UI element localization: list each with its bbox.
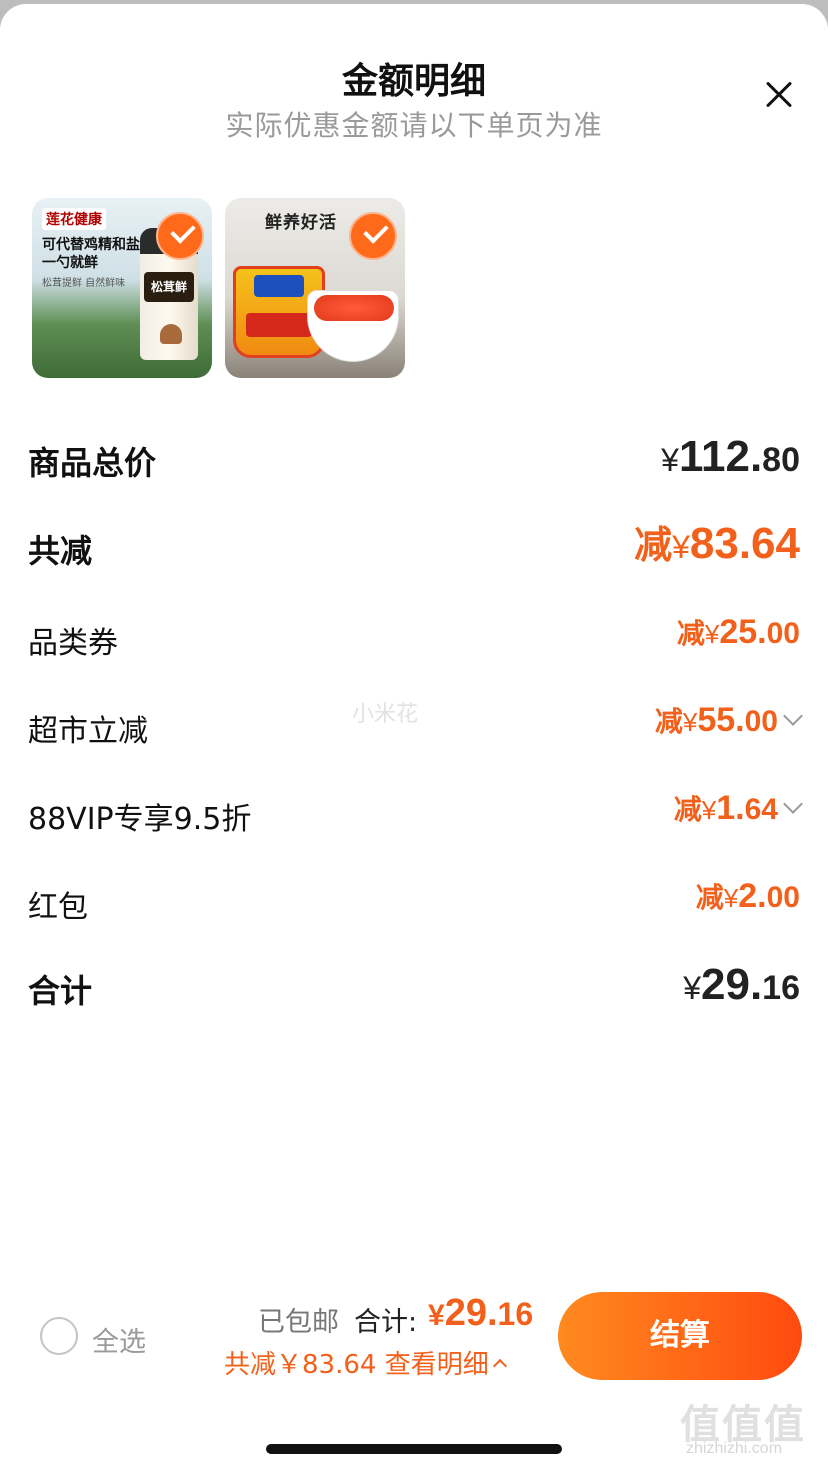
currency-symbol: ¥ [672,529,690,565]
discount-label: 红包 [28,890,88,925]
total-label: 合计: [354,1307,418,1338]
product-thumbnail-1[interactable]: 莲花健康 可代替鸡精和盐 一勺就鲜 松茸提鲜 自然鲜味 松茸鲜 [32,198,212,378]
discount-row-category-coupon: 品类券 减¥25.00 [28,590,800,661]
product-title: 鲜养好活 [265,213,337,233]
amount-integer: 25. [719,613,767,651]
discount-label: 88VIP专享9.5折 [28,802,252,837]
product-thumbnail-2[interactable]: 鲜养好活 [225,198,405,378]
amount-decimal: 00 [744,705,778,738]
currency-symbol: ¥ [661,442,679,478]
total-amount: ¥29.16 [428,1292,533,1335]
amount-decimal: 64 [751,519,800,568]
free-shipping-label: 已包邮 [258,1307,339,1338]
product-brand: 莲花健康 [42,208,106,230]
checkout-bar: 全选 已包邮 合计: ¥29.16 共减￥83.64 查看明细 结算 [0,1284,828,1404]
site-watermark: 值值值 zhizhizhi.com [680,1392,820,1457]
savings-summary: 共减￥83.64 查看明细 [224,1344,507,1381]
amount-integer: 1. [716,789,745,827]
amount-decimal: 80 [762,441,800,479]
discount-prefix: 减 [654,705,683,738]
chevron-down-icon[interactable] [783,706,803,726]
currency-symbol: ¥ [723,883,739,913]
total-discount-value: 减¥83.64 [634,514,800,569]
amount-decimal: 16 [762,969,800,1007]
mushroom-image [160,324,182,344]
sheet-subtitle: 实际优惠金额请以下单页为准 [225,109,603,142]
checkout-button[interactable]: 结算 [558,1292,802,1380]
amount-decimal: 16 [497,1296,534,1332]
amount-decimal: 00 [766,881,800,914]
amount-integer: 112. [678,432,763,481]
sheet-header: 金额明细 实际优惠金额请以下单页为准 [0,4,828,154]
product-tagline-3: 松茸提鲜 自然鲜味 [42,278,126,289]
close-icon[interactable] [760,76,798,114]
total-discount-row: 共减 减¥83.64 [28,502,800,570]
discount-row-red-packet: 红包 减¥2.00 [28,854,800,925]
discount-value: 减¥1.64 [673,788,803,828]
discount-row-88vip[interactable]: 88VIP专享9.5折 减¥1.64 [28,766,803,837]
discount-prefix: 减 [634,523,673,567]
cup-label [246,313,312,337]
discount-value: 减¥25.00 [677,612,800,652]
product-tagline-1: 可代替鸡精和盐 [42,237,140,253]
selected-check-icon[interactable] [156,212,204,260]
amount-integer: 55. [697,701,745,739]
discount-prefix: 减 [695,881,724,914]
select-all-radio[interactable] [40,1317,78,1355]
sheet-title: 金额明细 [341,61,486,102]
total-value: ¥29.16 [683,960,800,1010]
discount-label: 超市立减 [28,714,148,749]
saved-amount-text: 共减￥83.64 [224,1350,377,1380]
view-details-label: 查看明细 [384,1350,489,1380]
discount-value: 减¥55.00 [654,700,803,740]
amount-decimal: 64 [744,793,778,826]
subtotal-value: ¥112.80 [661,432,800,482]
soup-image [314,295,394,321]
total-discount-label: 共减 [28,532,93,570]
amount-integer: 83. [689,519,752,568]
total-label: 合计 [28,972,93,1010]
subtotal-label: 商品总价 [28,444,157,482]
total-row: 合计 ¥29.16 [28,942,800,1010]
subtotal-row: 商品总价 ¥112.80 [28,414,800,482]
amount-integer: 29. [701,960,763,1009]
watermark-text: 小米花 [352,702,419,727]
amount-detail-sheet: 金额明细 实际优惠金额请以下单页为准 莲花健康 可代替鸡精和盐 一勺就鲜 松茸提… [0,4,828,1475]
chevron-down-icon[interactable] [783,794,803,814]
product-tagline-2: 一勺就鲜 [42,255,98,271]
discount-label: 品类券 [28,626,118,661]
select-all-label[interactable]: 全选 [92,1320,146,1359]
amount-integer: 29. [444,1292,498,1334]
cup-badge [254,275,304,297]
currency-symbol: ¥ [682,707,698,737]
amount-integer: 2. [738,877,767,915]
currency-symbol: ¥ [701,795,717,825]
selected-check-icon[interactable] [349,212,397,260]
site-url: zhizhizhi.com [686,1440,783,1457]
view-details-link[interactable]: 查看明细 [384,1350,507,1380]
discount-prefix: 减 [676,617,705,650]
chevron-up-icon [492,1358,507,1374]
currency-symbol: ¥ [683,970,701,1006]
bottle-label: 松茸鲜 [144,272,194,302]
discount-prefix: 减 [673,793,702,826]
home-indicator[interactable] [266,1444,562,1454]
currency-symbol: ¥ [704,619,720,649]
currency-symbol: ¥ [428,1299,445,1332]
amount-decimal: 00 [766,617,800,650]
discount-value: 减¥2.00 [696,876,800,916]
